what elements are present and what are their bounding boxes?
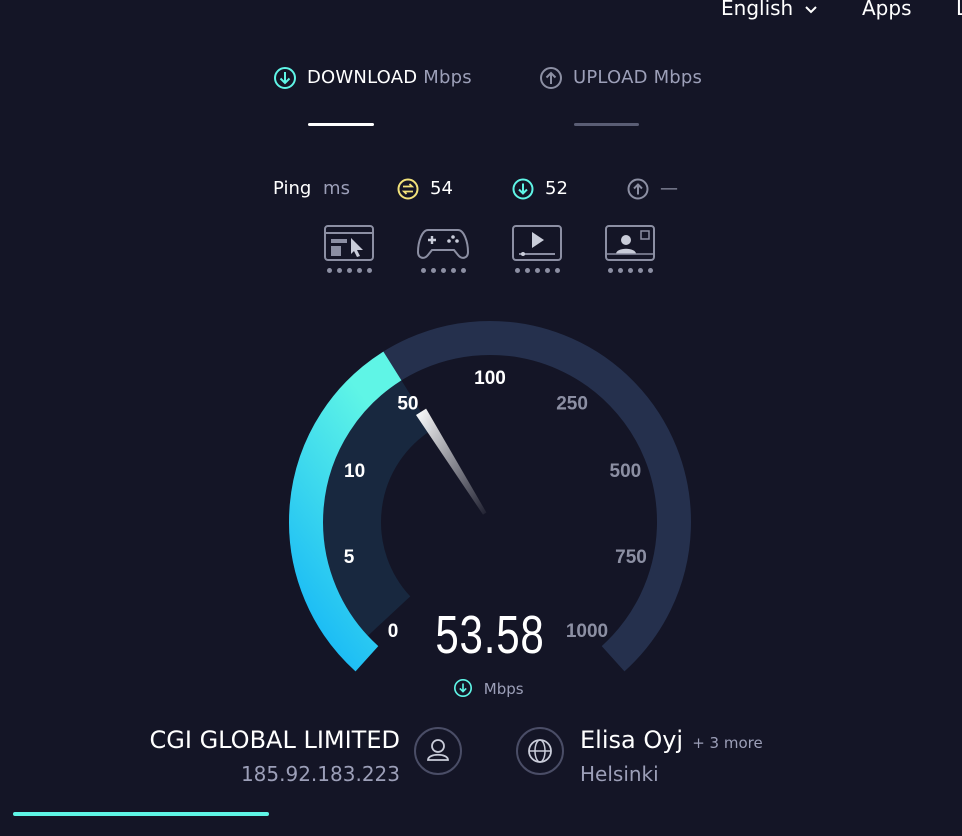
server-city: Helsinki <box>580 762 659 786</box>
upload-arrow-icon <box>540 67 562 89</box>
gauge-tick-label-0: 0 <box>388 621 399 642</box>
download-arrow-icon <box>454 679 472 697</box>
tab-download-label: DOWNLOAD <box>307 67 418 88</box>
streaming-rating <box>515 268 563 273</box>
activity-browsing[interactable] <box>323 224 375 273</box>
download-latency-icon <box>512 178 534 200</box>
gauge-tick-label-10: 10 <box>344 461 365 482</box>
tab-upload-label: UPLOAD <box>573 67 648 88</box>
server-button[interactable] <box>516 727 564 775</box>
download-arrow-icon <box>274 67 296 89</box>
ping-download-value: 52 <box>545 178 568 199</box>
tab-download-unit: Mbps <box>423 67 472 88</box>
activity-streaming[interactable] <box>511 224 563 273</box>
speed-unit-group: Mbps <box>453 678 524 698</box>
gauge-tick-label-100: 100 <box>474 368 506 389</box>
tab-upload-unit: Mbps <box>653 67 703 88</box>
streaming-icon <box>512 225 562 261</box>
gauge-tick-label-1000: 1000 <box>566 621 608 642</box>
isp-ip: 185.92.183.223 <box>240 762 400 786</box>
ping-label-group: Ping ms <box>273 178 350 199</box>
ping-idle-value: 54 <box>430 178 453 199</box>
activity-gaming[interactable] <box>416 224 470 273</box>
gaming-icon <box>416 229 470 259</box>
gaming-rating <box>421 268 470 273</box>
video-call-icon <box>605 225 655 261</box>
tab-upload-indicator <box>574 123 639 126</box>
gauge-tick-label-50: 50 <box>397 394 418 415</box>
ping-label: Ping <box>273 178 312 199</box>
test-progress-track <box>13 812 962 816</box>
server-more-link[interactable]: + 3 more <box>692 734 763 752</box>
browsing-rating <box>327 268 375 273</box>
gauge-needle <box>416 408 487 515</box>
gauge-tick-label-500: 500 <box>610 461 642 482</box>
speed-value: 53.58 <box>435 605 545 665</box>
video-call-rating <box>608 268 656 273</box>
upload-latency-icon <box>627 178 649 200</box>
nav-link-cutoff[interactable]: L <box>956 0 962 20</box>
apps-link[interactable]: Apps <box>862 0 912 20</box>
ping-upload-value: — <box>660 178 678 199</box>
isp-name: CGI GLOBAL LIMITED <box>149 726 401 754</box>
browsing-icon <box>324 225 374 261</box>
gauge-glow <box>321 378 433 638</box>
activity-video-call[interactable] <box>604 224 656 273</box>
isp-button[interactable] <box>414 727 462 775</box>
language-label: English <box>721 0 794 20</box>
tab-download-indicator <box>308 123 374 126</box>
gauge-tick-label-5: 5 <box>344 547 355 568</box>
language-selector[interactable]: English <box>721 0 818 20</box>
gauge-tick-label-750: 750 <box>615 547 647 568</box>
user-icon <box>427 739 449 761</box>
server-name-group[interactable]: Elisa Oyj + 3 more <box>580 726 763 754</box>
test-progress-fill <box>13 812 270 816</box>
idle-latency-icon <box>397 178 419 200</box>
chevron-down-icon <box>804 6 817 14</box>
globe-icon <box>528 739 552 763</box>
speed-unit: Mbps <box>483 680 524 698</box>
server-name: Elisa Oyj <box>580 726 684 754</box>
gauge-tick-label-250: 250 <box>556 394 588 415</box>
ping-unit: ms <box>323 178 350 199</box>
